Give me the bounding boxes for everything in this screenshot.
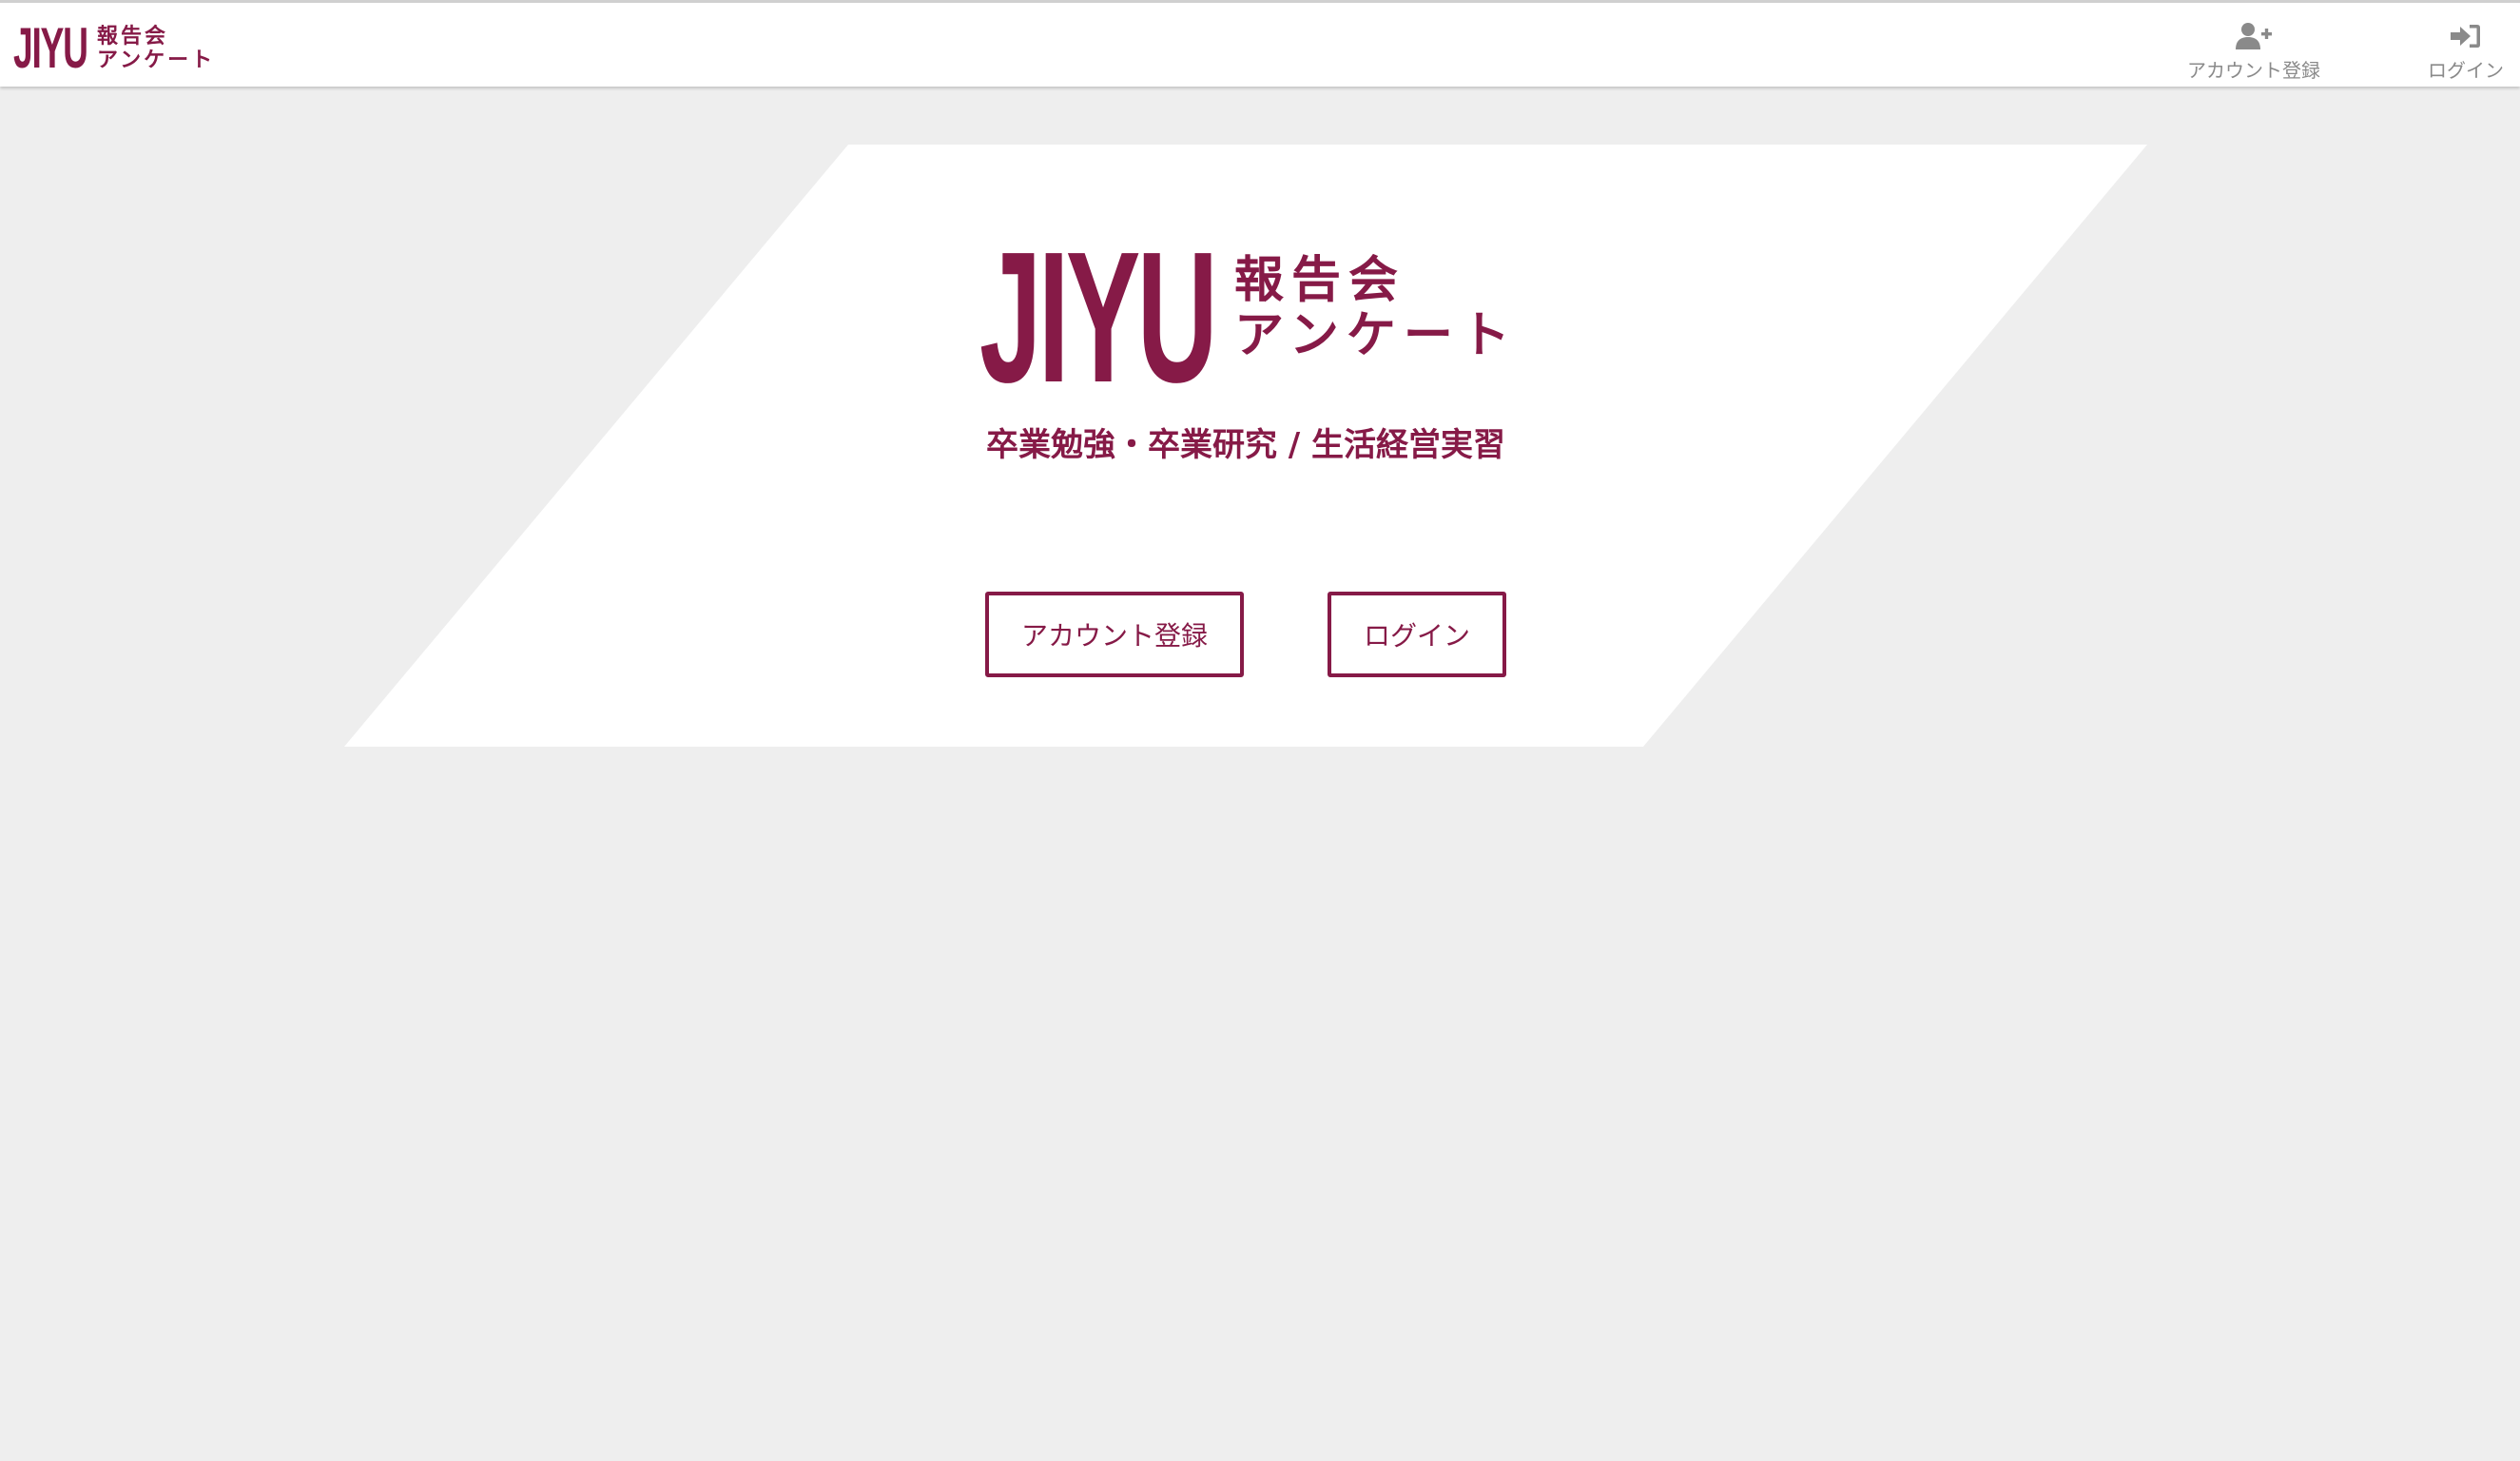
hero-section: JIYU 報告会 アンケート 卒業勉強・卒業研究 / 生活経営実習 アカウント登… — [0, 0, 2520, 761]
hero-logo-line2: アンケート — [1234, 306, 1518, 364]
user-plus-icon — [2236, 23, 2272, 49]
hero-tagline: 卒業勉強・卒業研究 / 生活経営実習 — [985, 426, 1506, 464]
brand-jiyu-text: JIYU — [13, 16, 88, 80]
brand-subtitle-line1: 報告会 — [97, 24, 169, 49]
nav-login-link[interactable]: ログイン — [2423, 22, 2509, 83]
brand-subtitle-line2: アンケート — [97, 48, 216, 72]
hero-logo-line1: 報告会 — [1234, 251, 1406, 309]
login-button[interactable]: ログイン — [1328, 592, 1506, 677]
hero-logo-subtitle: 報告会 アンケート — [1234, 253, 1518, 363]
hero-logo: JIYU 報告会 アンケート — [979, 224, 1518, 411]
nav-login-label: ログイン — [2428, 59, 2504, 82]
register-button[interactable]: アカウント登録 — [985, 592, 1244, 677]
hero-logo-jiyu: JIYU — [979, 213, 1218, 421]
nav-register-link[interactable]: アカウント登録 — [2183, 22, 2324, 83]
nav-register-label: アカウント登録 — [2187, 59, 2320, 82]
top-navbar: JIYU 報告会 アンケート アカウント登録 ログイン — [0, 0, 2520, 87]
brand-subtitle: 報告会 アンケート — [97, 25, 215, 72]
sign-in-icon — [2451, 25, 2480, 48]
brand-logo[interactable]: JIYU 報告会 アンケート — [13, 20, 215, 77]
